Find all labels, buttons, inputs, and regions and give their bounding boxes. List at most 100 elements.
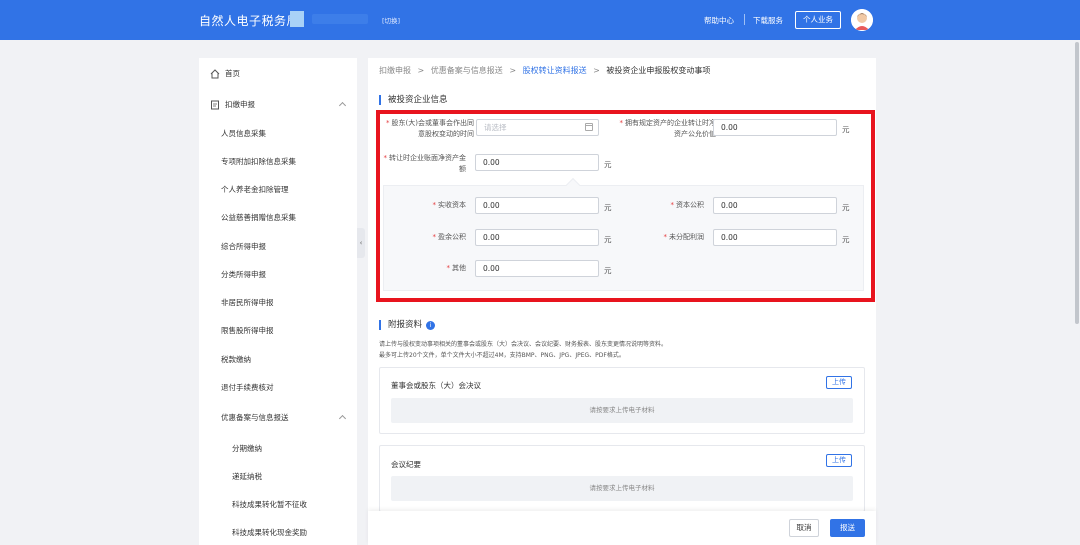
upload-card-title: 董事会或股东（大）会决议 <box>391 381 481 390</box>
undistributed-profit-input[interactable]: 0.00 <box>713 229 837 246</box>
sidebar-item-label: 人员信息采集 <box>221 129 266 138</box>
sidebar-item-label: 限售股所得申报 <box>221 326 274 335</box>
upload-button[interactable]: 上传 <box>826 454 852 467</box>
calendar-icon <box>585 123 593 131</box>
upload-drop-zone[interactable]: 请按要求上传电子材料 <box>391 398 853 423</box>
breadcrumb-separator: > <box>417 66 425 75</box>
surplus-reserve-input[interactable]: 0.00 <box>475 229 599 246</box>
submit-button[interactable]: 报送 <box>830 519 865 537</box>
sidebar-item-label: 分类所得申报 <box>221 270 266 279</box>
sidebar-item-label: 首页 <box>225 69 240 78</box>
document-icon <box>211 100 219 110</box>
sidebar-item-fee-refund[interactable]: 退付手续费核对 <box>199 374 357 402</box>
other-input[interactable]: 0.00 <box>475 260 599 277</box>
sidebar-item-label: 科技成果转化现金奖励 <box>232 528 307 537</box>
date-label: * 股东(大)会或董事会作出同意股权变动的时间 <box>386 119 474 138</box>
chevron-up-icon <box>338 101 347 110</box>
home-icon <box>210 69 220 79</box>
sidebar-item-nonresident-income[interactable]: 非居民所得申报 <box>199 289 357 317</box>
fair-value-input[interactable]: 0.00 <box>713 119 837 136</box>
cancel-button[interactable]: 取消 <box>789 519 819 537</box>
upload-card-resolution: 董事会或股东（大）会决议 上传 请按要求上传电子材料 <box>379 367 865 434</box>
breadcrumb: 扣缴申报 > 优惠备案与信息报送 > 股权转让资料报送 > 被投资企业申报股权变… <box>379 65 714 76</box>
sidebar: 首页 扣缴申报 人员信息采集 专项附加扣除信息采集 个人养老金扣除管理 公益慈善… <box>199 58 357 545</box>
info-icon[interactable]: i <box>426 321 436 330</box>
breadcrumb-item[interactable]: 优惠备案与信息报送 <box>431 66 503 75</box>
sidebar-item-comprehensive-income[interactable]: 综合所得申报 <box>199 233 357 261</box>
sidebar-item-label: 递延纳税 <box>232 472 262 481</box>
sidebar-item-label: 优惠备案与信息报送 <box>221 413 289 422</box>
sidebar-item-restricted-shares[interactable]: 限售股所得申报 <box>199 317 357 345</box>
book-net-assets-label: * 转让时企业账面净资产金额 <box>383 154 467 173</box>
book-net-assets-input[interactable]: 0.00 <box>475 154 599 171</box>
paid-in-capital-label: * 实收资本 <box>432 201 467 209</box>
sidebar-item-label: 税款缴纳 <box>221 355 251 364</box>
upload-card-title: 会议纪要 <box>391 460 421 469</box>
header-divider <box>744 14 745 25</box>
upload-button[interactable]: 上传 <box>826 376 852 389</box>
main-content: 扣缴申报 > 优惠备案与信息报送 > 股权转让资料报送 > 被投资企业申报股权变… <box>368 58 876 545</box>
unit-label: 元 <box>842 125 850 134</box>
other-label: * 其他 <box>446 264 467 272</box>
sidebar-item-special-deduction[interactable]: 专项附加扣除信息采集 <box>199 148 357 176</box>
avatar[interactable] <box>851 9 873 31</box>
upload-drop-zone[interactable]: 请按要求上传电子材料 <box>391 476 853 501</box>
brand-title: 自然人电子税务局 <box>199 14 300 28</box>
unit-label: 元 <box>842 203 850 212</box>
fair-value-label: * 拥有规定资产的企业转让时净资产公允价值 <box>619 119 717 138</box>
sidebar-item-label: 综合所得申报 <box>221 242 266 251</box>
sidebar-item-deferred-tax[interactable]: 递延纳税 <box>199 463 357 491</box>
breadcrumb-item[interactable]: 股权转让资料报送 <box>523 66 587 75</box>
avatar-icon <box>851 9 873 31</box>
sidebar-item-label: 扣缴申报 <box>225 100 255 109</box>
sidebar-item-tax-payment[interactable]: 税款缴纳 <box>199 346 357 374</box>
sidebar-item-personnel-info[interactable]: 人员信息采集 <box>199 120 357 148</box>
upload-card-minutes: 会议纪要 上传 请按要求上传电子材料 <box>379 445 865 512</box>
unit-label: 元 <box>604 266 612 275</box>
sidebar-item-installment[interactable]: 分期缴纳 <box>199 435 357 463</box>
top-bar: 自然人电子税务局 [切换] 帮助中心 下载服务 个人业务 <box>0 0 1080 40</box>
surplus-reserve-label: * 盈余公积 <box>432 233 467 241</box>
scrollbar-thumb[interactable] <box>1075 42 1079 324</box>
sidebar-item-label: 专项附加扣除信息采集 <box>221 157 296 166</box>
date-picker[interactable]: 请选择 <box>476 119 599 136</box>
brand-badge <box>290 11 304 27</box>
section-title-investee: 被投资企业信息 <box>379 95 448 105</box>
sidebar-item-label: 个人养老金扣除管理 <box>221 185 289 194</box>
sidebar-item-label: 分期缴纳 <box>232 444 262 453</box>
sidebar-collapse-handle[interactable]: ‹ <box>357 228 365 258</box>
personal-business-button[interactable]: 个人业务 <box>795 11 841 29</box>
section-title-attachments: 附报资料 i <box>379 320 436 330</box>
attachments-limits: 最多可上传20个文件，单个文件大小不超过4M，支持BMP、PNG、JPG、JPE… <box>379 352 625 359</box>
sidebar-item-label: 公益慈善捐赠信息采集 <box>221 213 296 222</box>
breadcrumb-separator: > <box>593 66 600 75</box>
sidebar-section-withholding[interactable]: 扣缴申报 <box>199 91 357 119</box>
sidebar-item-tech-exempt[interactable]: 科技成果转化暂不征收 <box>199 491 357 519</box>
attachments-description: 请上传与股权变动事项相关的董事会或股东（大）会决议、会议纪要、财务报表、股东变更… <box>379 341 668 348</box>
capital-reserve-label: * 资本公积 <box>670 201 705 209</box>
unit-label: 元 <box>604 203 612 212</box>
chevron-up-icon <box>338 414 347 423</box>
sidebar-item-pension[interactable]: 个人养老金扣除管理 <box>199 176 357 204</box>
footer-action-bar: 取消 报送 <box>368 511 876 545</box>
switch-link[interactable]: [切换] <box>382 15 400 25</box>
breadcrumb-current: 被投资企业申报股权变动事项 <box>606 66 711 75</box>
sidebar-item-label: 非居民所得申报 <box>221 298 274 307</box>
sidebar-item-donation[interactable]: 公益慈善捐赠信息采集 <box>199 204 357 232</box>
help-center-link[interactable]: 帮助中心 <box>704 15 734 26</box>
breadcrumb-item[interactable]: 扣缴申报 <box>379 66 411 75</box>
unit-label: 元 <box>604 160 612 169</box>
unit-label: 元 <box>604 235 612 244</box>
sidebar-item-classified-income[interactable]: 分类所得申报 <box>199 261 357 289</box>
unit-label: 元 <box>842 235 850 244</box>
paid-in-capital-input[interactable]: 0.00 <box>475 197 599 214</box>
sidebar-item-tech-cash-reward[interactable]: 科技成果转化现金奖励 <box>199 519 357 545</box>
sidebar-section-preferential[interactable]: 优惠备案与信息报送 <box>199 404 357 432</box>
user-name-placeholder <box>312 14 368 24</box>
sidebar-item-home[interactable]: 首页 <box>199 60 357 88</box>
capital-reserve-input[interactable]: 0.00 <box>713 197 837 214</box>
sidebar-item-label: 退付手续费核对 <box>221 383 274 392</box>
download-service-link[interactable]: 下载服务 <box>753 15 783 26</box>
breadcrumb-separator: > <box>509 66 517 75</box>
undistributed-profit-label: * 未分配利润 <box>663 233 705 241</box>
